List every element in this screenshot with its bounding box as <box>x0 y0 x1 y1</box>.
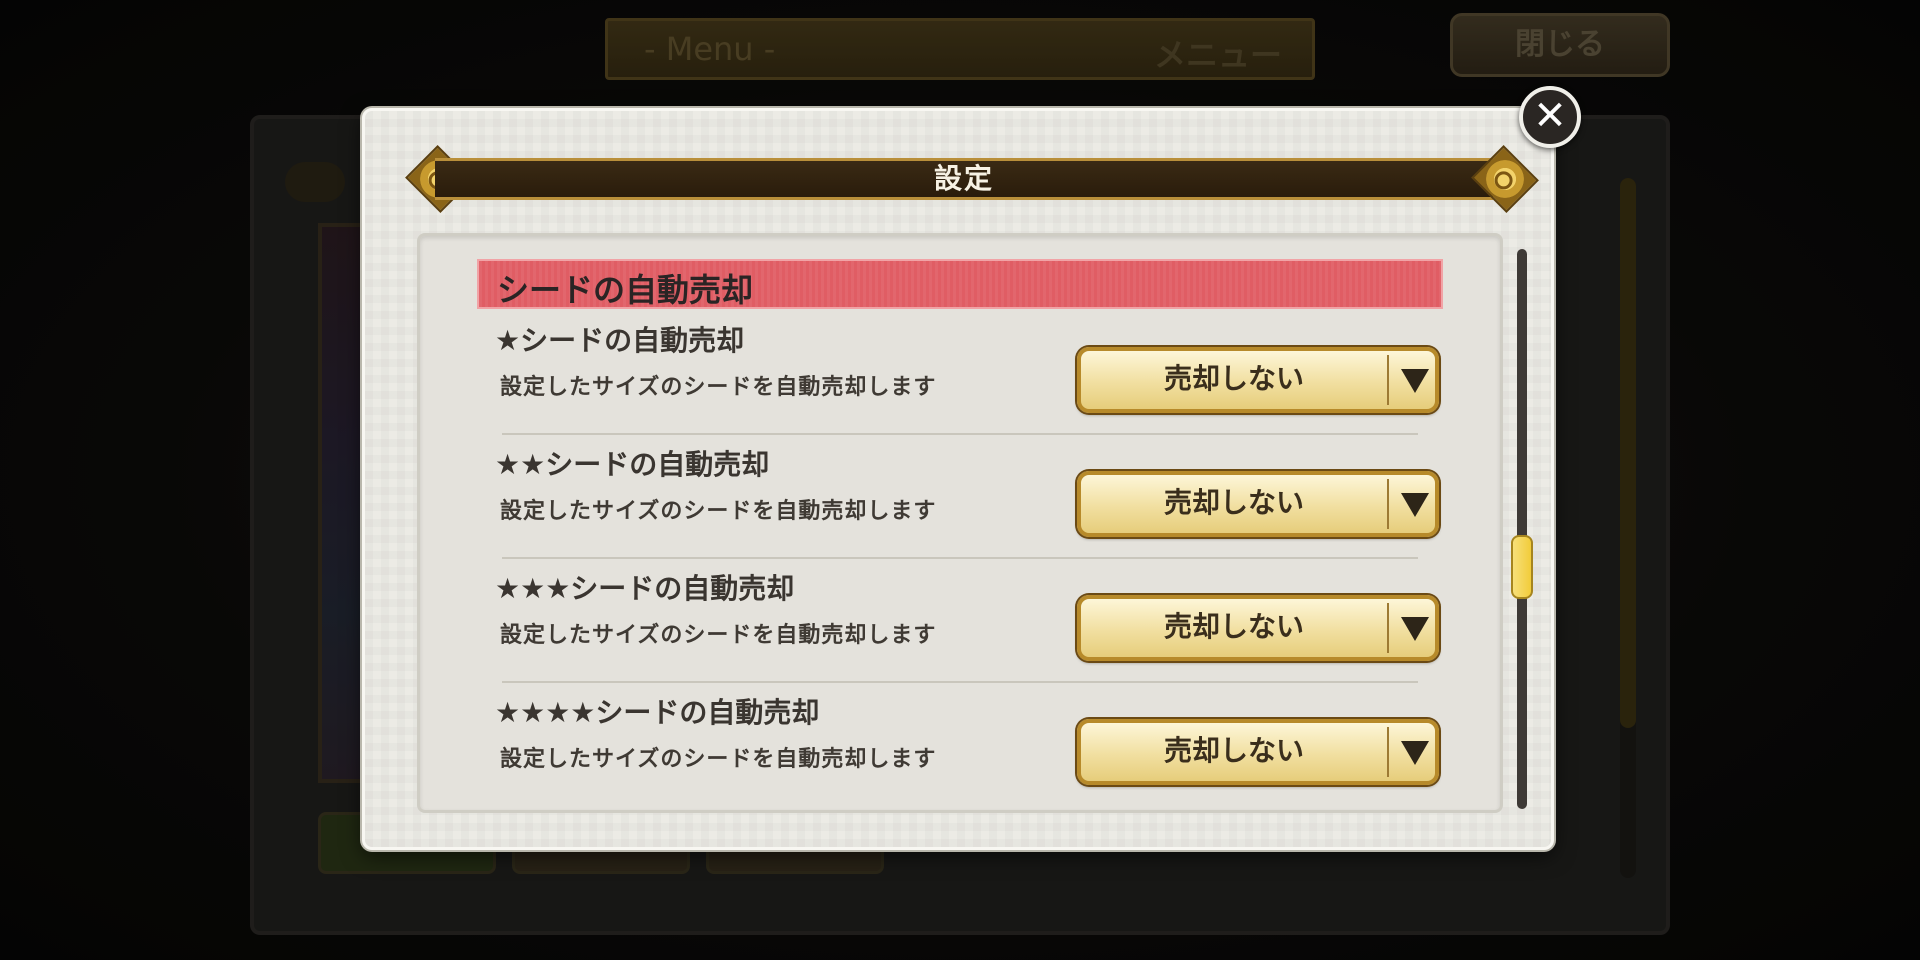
dropdown-value: 売却しない <box>1163 610 1304 643</box>
auto-sell-dropdown-4star[interactable]: 売却しない <box>1077 719 1439 785</box>
close-dialog-button[interactable]: ✕ <box>1519 86 1581 148</box>
dropdown-divider <box>1387 727 1389 777</box>
setting-description: 設定したサイズのシードを自動売却します <box>500 499 937 524</box>
dialog-title: 設定 <box>435 158 1493 200</box>
menu-title-en: - Menu - <box>644 30 776 68</box>
setting-description: 設定したサイズのシードを自動売却します <box>500 375 937 400</box>
chevron-down-icon <box>1401 493 1429 517</box>
setting-title: ★★★★シードの自動売却 <box>495 696 820 729</box>
settings-scrollbar-thumb[interactable] <box>1511 535 1533 599</box>
dropdown-divider <box>1387 603 1389 653</box>
row-divider <box>502 557 1418 559</box>
setting-title: ★★★シードの自動売却 <box>495 572 795 605</box>
row-divider <box>502 681 1418 683</box>
auto-sell-dropdown-3star[interactable]: 売却しない <box>1077 595 1439 661</box>
chevron-down-icon <box>1401 369 1429 393</box>
screen: - Menu - メニュー 閉じる 設定 ✕ シードの自動売却 ★シードの自動売… <box>0 0 1920 960</box>
setting-title: ★シードの自動売却 <box>495 324 745 357</box>
section-header: シードの自動売却 <box>477 259 1443 309</box>
close-icon: ✕ <box>1533 93 1567 139</box>
background-scrollbar-fill <box>1620 178 1636 728</box>
dropdown-value: 売却しない <box>1163 362 1304 395</box>
background-scrollbar <box>1620 178 1636 878</box>
setting-description: 設定したサイズのシードを自動売却します <box>500 747 937 772</box>
dropdown-value: 売却しない <box>1163 734 1304 767</box>
chevron-down-icon <box>1401 741 1429 765</box>
settings-scrollbar[interactable] <box>1517 249 1527 809</box>
menu-title-jp: メニュー <box>1153 36 1282 74</box>
background-banner-ornament <box>285 162 345 202</box>
chevron-down-icon <box>1401 617 1429 641</box>
auto-sell-dropdown-1star[interactable]: 売却しない <box>1077 347 1439 413</box>
menu-title-bar: - Menu - メニュー <box>605 18 1315 80</box>
dropdown-value: 売却しない <box>1163 486 1304 519</box>
setting-title: ★★シードの自動売却 <box>495 448 770 481</box>
setting-description: 設定したサイズのシードを自動売却します <box>500 623 937 648</box>
row-divider <box>502 433 1418 435</box>
dropdown-divider <box>1387 479 1389 529</box>
dropdown-divider <box>1387 355 1389 405</box>
close-menu-button[interactable]: 閉じる <box>1450 13 1670 77</box>
section-header-label: シードの自動売却 <box>497 271 754 309</box>
auto-sell-dropdown-2star[interactable]: 売却しない <box>1077 471 1439 537</box>
